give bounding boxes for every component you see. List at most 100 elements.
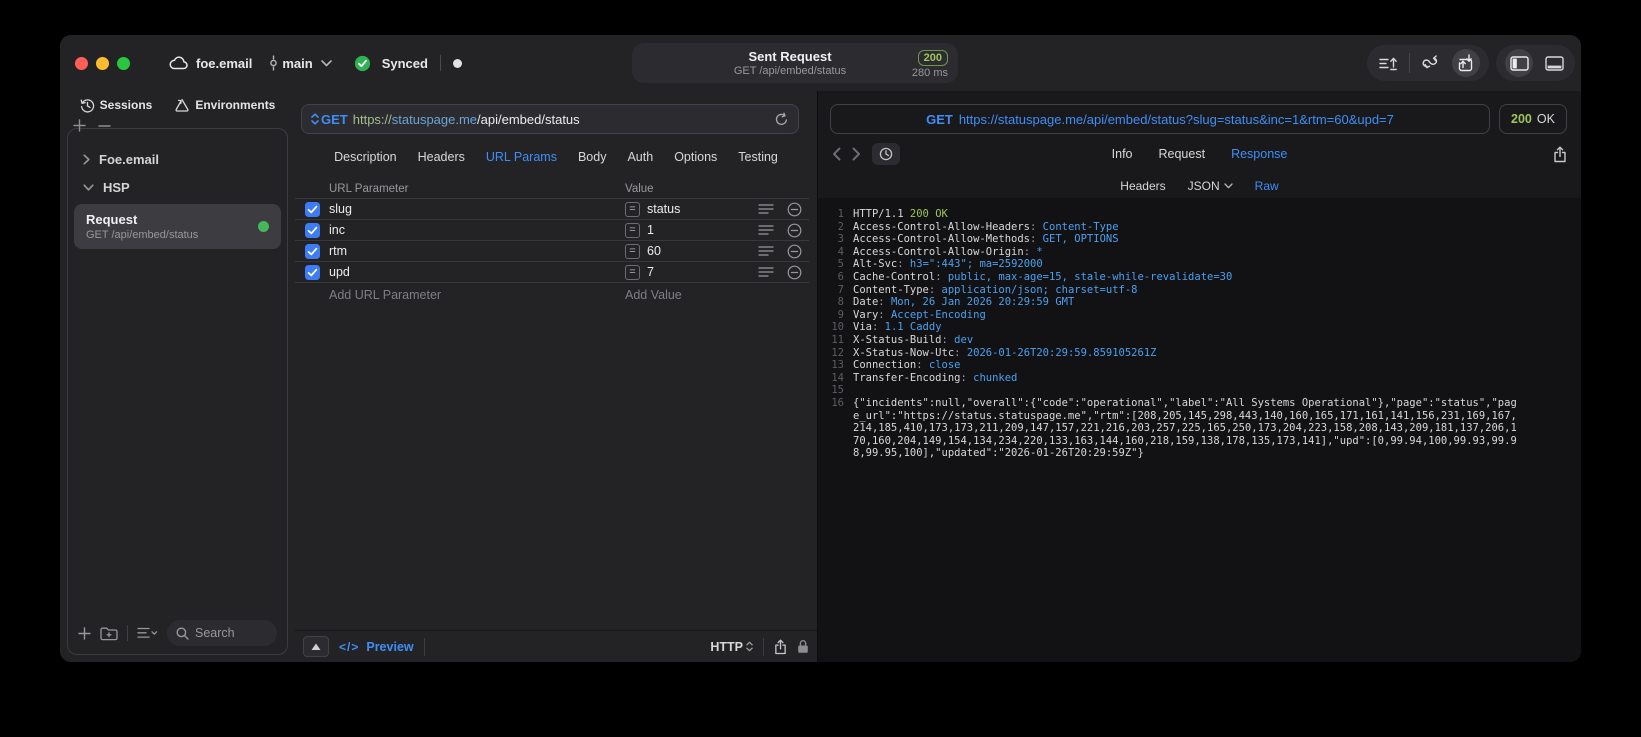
param-name[interactable]: slug bbox=[329, 202, 625, 216]
protocol-selector[interactable]: HTTP bbox=[710, 640, 753, 654]
branch-icon bbox=[268, 51, 278, 75]
add-request-icon[interactable] bbox=[78, 626, 91, 640]
param-name-header: URL Parameter bbox=[329, 183, 409, 195]
remove-param-icon[interactable] bbox=[779, 265, 809, 280]
reload-icon[interactable] bbox=[774, 111, 789, 127]
request-tab-headers[interactable]: Headers bbox=[418, 150, 465, 164]
request-item-subtitle: GET /api/embed/status bbox=[86, 229, 199, 241]
expand-panel-button[interactable] bbox=[303, 636, 329, 657]
search-placeholder: Search bbox=[195, 626, 235, 640]
param-checkbox[interactable] bbox=[295, 243, 329, 259]
request-tab-description[interactable]: Description bbox=[334, 150, 397, 164]
line-content: Connection: close bbox=[853, 359, 961, 372]
sync-status-label[interactable]: Synced bbox=[382, 56, 428, 71]
param-value[interactable]: 7 bbox=[647, 265, 654, 279]
synced-check-icon bbox=[351, 51, 375, 75]
new-folder-icon[interactable] bbox=[100, 626, 118, 641]
request-tab-auth[interactable]: Auth bbox=[627, 150, 653, 164]
line-number: 4 bbox=[837, 245, 844, 258]
sent-request-summary[interactable]: Sent Request GET /api/embed/status 200 2… bbox=[632, 43, 958, 83]
param-name[interactable]: inc bbox=[329, 223, 625, 237]
response-line: 1 HTTP/1.1 200 OK bbox=[822, 208, 1581, 221]
line-number: 6 bbox=[837, 270, 844, 283]
tree-group-foe-email[interactable]: Foe.email bbox=[68, 145, 287, 173]
preview-button[interactable]: </> Preview bbox=[339, 640, 414, 654]
param-value[interactable]: 1 bbox=[647, 223, 654, 237]
list-options-icon[interactable] bbox=[137, 627, 158, 639]
left-panel-icon[interactable] bbox=[1505, 49, 1533, 77]
response-subtabs: Headers JSON Raw bbox=[818, 174, 1581, 198]
param-value[interactable]: status bbox=[647, 202, 680, 216]
method-label: GET bbox=[321, 111, 348, 127]
transfer-arrows-icon[interactable] bbox=[1452, 49, 1480, 77]
add-param-row[interactable]: Add URL Parameter Add Value bbox=[295, 283, 809, 307]
param-value[interactable]: 60 bbox=[647, 244, 661, 258]
loop-arrows-icon[interactable] bbox=[1419, 51, 1443, 75]
status-badge: 200 bbox=[917, 49, 948, 66]
drag-handle-icon[interactable] bbox=[753, 224, 779, 236]
status-dot bbox=[452, 58, 462, 68]
request-item-title: Request bbox=[86, 212, 138, 227]
tab-environments[interactable]: Environments bbox=[174, 98, 275, 113]
zoom-button[interactable] bbox=[117, 56, 130, 70]
lines-arrow-up-icon[interactable] bbox=[1376, 51, 1400, 75]
response-tab-response[interactable]: Response bbox=[1231, 147, 1287, 161]
tab-sessions[interactable]: Sessions bbox=[80, 98, 152, 113]
request-editor: GET https://statuspage.me/api/embed/stat… bbox=[295, 91, 817, 662]
project-name[interactable]: foe.email bbox=[196, 56, 252, 71]
app-window: foe.email main Synced Sent Request GET /… bbox=[60, 35, 1581, 662]
share-icon[interactable] bbox=[774, 639, 787, 655]
param-checkbox[interactable] bbox=[295, 264, 329, 280]
response-subtab-headers[interactable]: Headers bbox=[1120, 179, 1165, 193]
equals-icon: = bbox=[625, 243, 640, 259]
chevron-down-icon[interactable] bbox=[321, 51, 333, 75]
response-tab-request[interactable]: Request bbox=[1159, 147, 1206, 161]
remove-param-icon[interactable] bbox=[779, 202, 809, 217]
remove-param-icon[interactable] bbox=[779, 244, 809, 259]
bottom-panel-icon[interactable] bbox=[1542, 51, 1566, 75]
code-icon: </> bbox=[339, 639, 360, 654]
add-param-value-placeholder[interactable]: Add Value bbox=[625, 288, 753, 302]
request-tab-options[interactable]: Options bbox=[674, 150, 717, 164]
line-content: Access-Control-Allow-Methods: GET, OPTIO… bbox=[853, 233, 1119, 246]
request-url-bar[interactable]: GET https://statuspage.me/api/embed/stat… bbox=[301, 104, 799, 134]
response-line: 7 Content-Type: application/json; charset… bbox=[822, 284, 1581, 297]
method-selector[interactable]: GET bbox=[311, 112, 348, 127]
line-content: X-Status-Now-Utc: 2026-01-26T20:29:59.85… bbox=[853, 346, 1157, 359]
param-name[interactable]: upd bbox=[329, 265, 625, 279]
request-list-item[interactable]: Request GET /api/embed/status bbox=[74, 204, 281, 249]
equals-icon: = bbox=[625, 222, 640, 238]
line-number: 8 bbox=[837, 296, 844, 309]
close-button[interactable] bbox=[75, 56, 88, 70]
drag-handle-icon[interactable] bbox=[753, 203, 779, 215]
drag-handle-icon[interactable] bbox=[753, 266, 779, 278]
add-param-name-placeholder[interactable]: Add URL Parameter bbox=[329, 288, 625, 302]
add-item-icon[interactable] bbox=[73, 119, 86, 138]
request-tab-testing[interactable]: Testing bbox=[738, 150, 778, 164]
response-line: 8 Date: Mon, 26 Jan 2026 20:29:59 GMT bbox=[822, 296, 1581, 309]
param-name[interactable]: rtm bbox=[329, 244, 625, 258]
response-line: 5 Alt-Svc: h3=":443"; ma=2592000 bbox=[822, 258, 1581, 271]
line-number: 12 bbox=[831, 346, 844, 359]
status-text: OK bbox=[1536, 112, 1555, 126]
minimize-button[interactable] bbox=[96, 56, 109, 70]
request-tab-body[interactable]: Body bbox=[578, 150, 607, 164]
drag-handle-icon[interactable] bbox=[753, 245, 779, 257]
response-line: 14 Transfer-Encoding: chunked bbox=[822, 372, 1581, 385]
remove-item-icon[interactable] bbox=[98, 124, 111, 138]
line-content: Via: 1.1 Caddy bbox=[853, 321, 942, 334]
param-checkbox[interactable] bbox=[295, 222, 329, 238]
param-checkbox[interactable] bbox=[295, 201, 329, 217]
remove-param-icon[interactable] bbox=[779, 223, 809, 238]
response-subtab-raw[interactable]: Raw bbox=[1255, 179, 1279, 193]
response-url-bar[interactable]: GET https://statuspage.me/api/embed/stat… bbox=[830, 104, 1490, 134]
lock-icon[interactable] bbox=[797, 639, 809, 654]
search-input[interactable]: Search bbox=[167, 620, 277, 646]
tree-group-hsp[interactable]: HSP bbox=[68, 173, 287, 201]
branch-name[interactable]: main bbox=[282, 56, 312, 71]
response-subtab-json[interactable]: JSON bbox=[1188, 179, 1233, 193]
response-tab-info[interactable]: Info bbox=[1112, 147, 1133, 161]
request-url-text[interactable]: https://statuspage.me/api/embed/status bbox=[353, 112, 769, 127]
request-tab-url-params[interactable]: URL Params bbox=[486, 150, 557, 164]
response-body[interactable]: 1 HTTP/1.1 200 OK 2 Access-Control-Allow-He… bbox=[818, 198, 1581, 662]
